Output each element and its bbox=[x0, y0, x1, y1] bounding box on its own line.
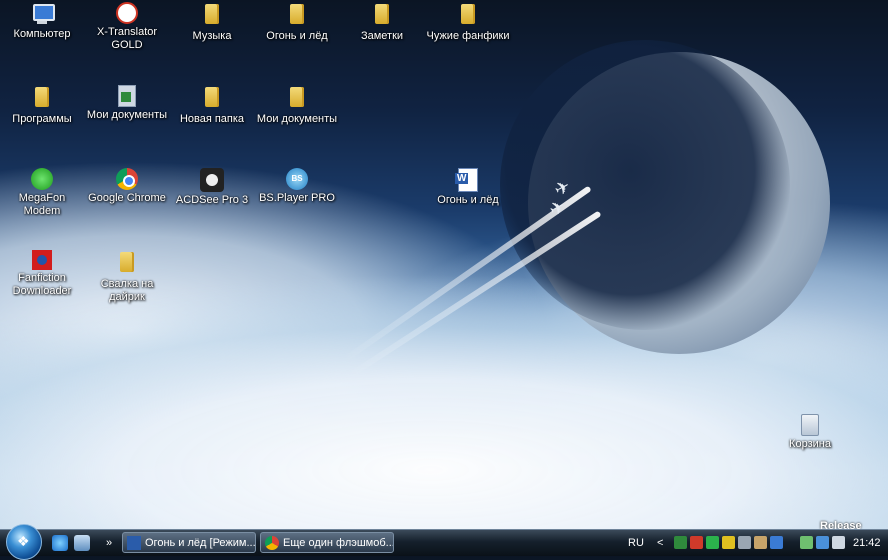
desktop-icon-label: BS.Player PRO bbox=[259, 192, 335, 204]
chrome-icon bbox=[265, 536, 279, 550]
quick-launch-overflow[interactable]: » bbox=[106, 530, 112, 556]
folder-icon bbox=[115, 252, 139, 276]
folder-icon bbox=[456, 4, 480, 28]
desktop-icon-my-documents-folder[interactable]: Мои документы bbox=[255, 85, 339, 126]
word-document-icon bbox=[455, 168, 478, 192]
folder-icon bbox=[285, 4, 309, 28]
desktop-icon-label: Мои документы bbox=[256, 113, 338, 125]
clock[interactable]: 21:42 bbox=[853, 530, 881, 556]
desktop-icon-acdsee[interactable]: ACDSee Pro 3 bbox=[170, 168, 254, 207]
modem-icon[interactable] bbox=[706, 536, 719, 549]
taskbar: ❖ » Огонь и лёд [Режим... Еще один флэшм… bbox=[0, 524, 888, 560]
taskbar-button-word[interactable]: Огонь и лёд [Режим... bbox=[122, 532, 256, 553]
desktop-icon-x-translator[interactable]: X-Translator GOLD bbox=[85, 2, 169, 52]
megafon-modem-icon bbox=[31, 168, 53, 190]
desktop-icon-label: Чужие фанфики bbox=[426, 30, 510, 42]
desktop-icon-fire-ice-document[interactable]: Огонь и лёд bbox=[426, 168, 510, 207]
folder-icon bbox=[200, 4, 224, 28]
desktop-icon-label: MegaFon Modem bbox=[18, 192, 66, 217]
tray-expand-chevron[interactable]: < bbox=[657, 530, 663, 556]
folder-icon bbox=[200, 87, 224, 111]
taskbar-button-chrome[interactable]: Еще один флэшмоб... bbox=[260, 532, 394, 553]
folder-icon bbox=[370, 4, 394, 28]
desktop-icon-fire-ice-folder[interactable]: Огонь и лёд bbox=[255, 2, 339, 43]
taskbar-button-label: Огонь и лёд [Режим... bbox=[145, 537, 256, 549]
bsplayer-icon: BS bbox=[286, 168, 308, 190]
recycle-bin-icon bbox=[801, 414, 819, 436]
volume-icon[interactable] bbox=[832, 536, 845, 549]
tools-icon[interactable] bbox=[754, 536, 767, 549]
display-icon[interactable] bbox=[738, 536, 751, 549]
word-icon bbox=[127, 536, 141, 550]
fanfiction-downloader-icon bbox=[32, 250, 52, 270]
desktop-icon-music[interactable]: Музыка bbox=[170, 2, 254, 43]
show-desktop-icon[interactable] bbox=[74, 535, 90, 551]
desktop-icon-label: Огонь и лёд bbox=[266, 30, 328, 42]
folder-icon bbox=[285, 87, 309, 111]
desktop-icon-label: Компьютер bbox=[13, 28, 71, 40]
desktop-icon-label: Огонь и лёд bbox=[437, 194, 499, 206]
my-documents-icon bbox=[118, 85, 136, 107]
desktop-icon-other-fanfics[interactable]: Чужие фанфики bbox=[426, 2, 510, 43]
usb-icon[interactable] bbox=[800, 536, 813, 549]
desktop-icon-label: ACDSee Pro 3 bbox=[175, 194, 249, 206]
desktop-icon-recycle-bin[interactable]: Корзина bbox=[768, 414, 852, 451]
desktop-icon-megafon-modem[interactable]: MegaFon Modem bbox=[0, 168, 84, 218]
windows-logo-icon: ❖ bbox=[17, 533, 30, 549]
taskbar-button-label: Еще один флэшмоб... bbox=[283, 537, 394, 549]
chrome-icon bbox=[116, 168, 138, 190]
desktop-icon-programs[interactable]: Программы bbox=[0, 85, 84, 126]
desktop-icon-label: X-Translator GOLD bbox=[96, 26, 158, 51]
desktop-icon-bsplayer[interactable]: BS BS.Player PRO bbox=[255, 168, 339, 205]
computer-icon bbox=[30, 2, 55, 26]
desktop-icon-svalka[interactable]: Свалка на дайрик bbox=[85, 250, 169, 304]
desktop-icon-label: Свалка на дайрик bbox=[100, 278, 154, 303]
desktop-icon-notes[interactable]: Заметки bbox=[340, 2, 424, 43]
desktop-icon-label: Мои документы bbox=[86, 109, 168, 121]
app-tray-icon[interactable] bbox=[770, 536, 783, 549]
planet-shadow bbox=[500, 40, 790, 330]
acdsee-icon bbox=[200, 168, 224, 192]
desktop-icon-label: Корзина bbox=[789, 438, 831, 450]
desktop-icon-my-documents[interactable]: Мои документы bbox=[85, 85, 169, 122]
desktop-icon-new-folder[interactable]: Новая папка bbox=[170, 85, 254, 126]
folder-icon bbox=[30, 87, 54, 111]
network-icon[interactable] bbox=[674, 536, 687, 549]
desktop-icon-label: Заметки bbox=[360, 30, 404, 42]
desktop-icon-label: Google Chrome bbox=[88, 192, 166, 204]
x-translator-icon bbox=[116, 2, 138, 24]
monitor-icon[interactable] bbox=[816, 536, 829, 549]
desktop-icon-label: Fanfiction Downloader bbox=[12, 272, 72, 297]
desktop-icon-label: Программы bbox=[12, 113, 72, 125]
desktop-icon-label: Музыка bbox=[192, 30, 232, 42]
desktop-icon-google-chrome[interactable]: Google Chrome bbox=[85, 168, 169, 205]
desktop-icon-label: Новая папка bbox=[179, 113, 245, 125]
antivirus-icon[interactable] bbox=[690, 536, 703, 549]
translator-tray-icon[interactable] bbox=[722, 536, 735, 549]
desktop-icon-computer[interactable]: Компьютер bbox=[0, 2, 84, 41]
desktop-icon-fanfiction-downloader[interactable]: Fanfiction Downloader bbox=[0, 250, 84, 298]
language-indicator[interactable]: RU bbox=[628, 530, 644, 556]
ie-icon[interactable] bbox=[52, 535, 68, 551]
